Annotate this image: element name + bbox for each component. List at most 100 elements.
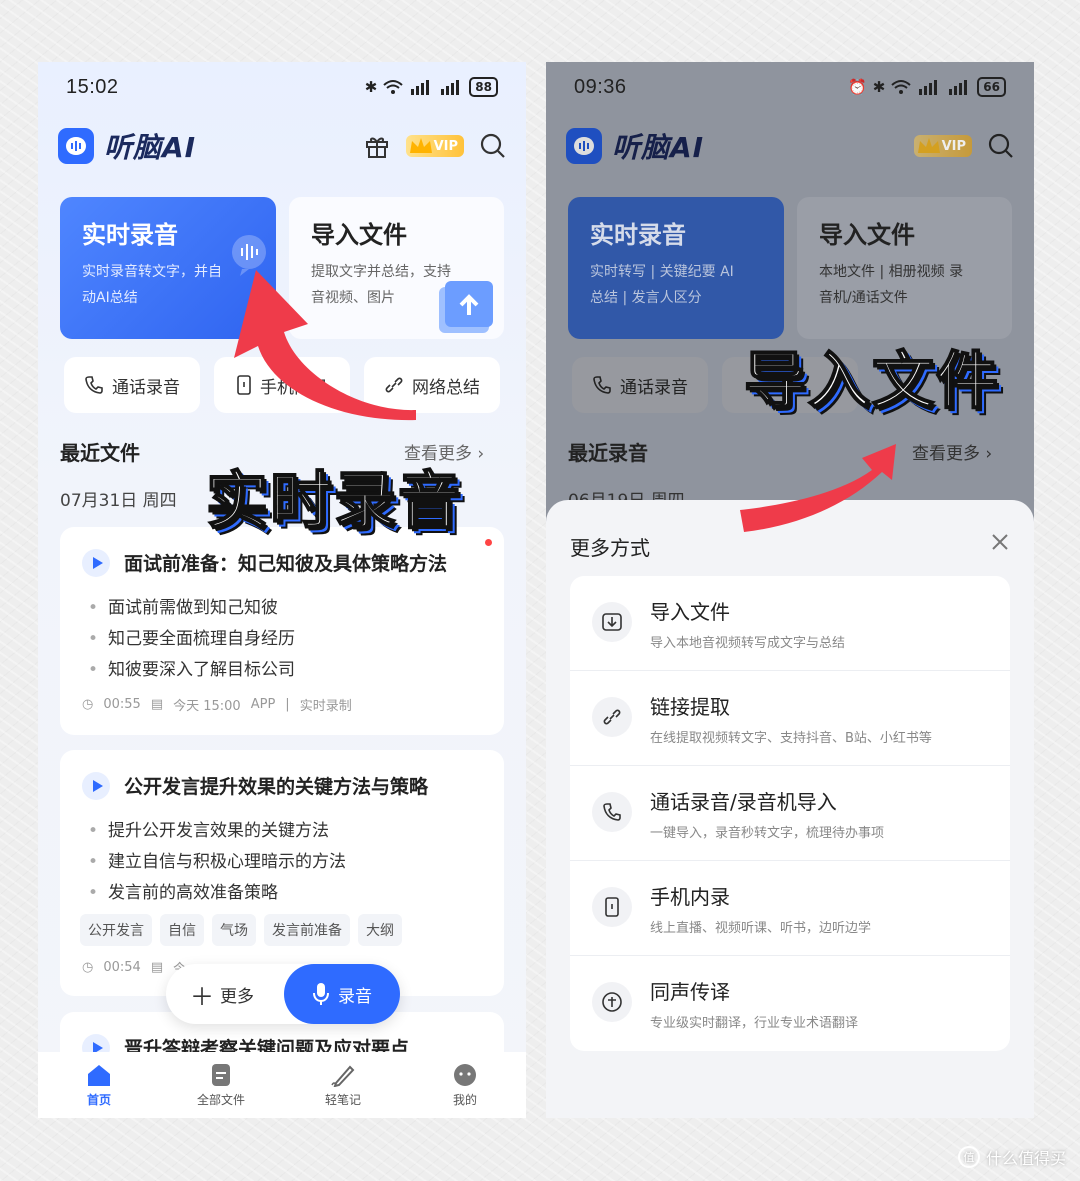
smzdm-logo-icon: 值 (957, 1146, 980, 1168)
realtime-record-desc: 实时录音转文字，并自动AI总结 (82, 264, 222, 306)
search-icon[interactable] (480, 133, 506, 159)
summary-item: 面试前需做到知己知彼 (88, 593, 295, 624)
status-icons: ⏰ ✱ 66 (848, 77, 1006, 97)
note-tags: 公开发言 自信 气场 发言前准备 大纲 (80, 914, 402, 946)
summary-item: 发言前的高效准备策略 (88, 878, 346, 909)
status-time: 15:02 (66, 75, 119, 98)
tag[interactable]: 大纲 (358, 914, 402, 946)
tag[interactable]: 气场 (212, 914, 256, 946)
phone-icon (85, 376, 103, 394)
recent-files-title: 最近文件 (60, 441, 140, 465)
more-button[interactable]: ＋ 更多 (190, 964, 254, 1024)
tab-all-files[interactable]: 全部文件 (160, 1052, 282, 1118)
app-name: 听脑AI (104, 131, 197, 164)
note-title: 面试前准备：知己知彼及具体策略方法 (124, 553, 448, 575)
app-logo-icon (58, 128, 94, 164)
tag[interactable]: 自信 (160, 914, 204, 946)
play-icon[interactable] (82, 549, 110, 577)
option-title: 手机内录 (650, 885, 730, 909)
calendar-icon: ▤ (150, 960, 164, 975)
option-simultaneous-interpretation[interactable]: 同声传译 专业级实时翻译，行业专业术语翻译 (570, 956, 1010, 1051)
floating-action-bar: ＋ 更多 录音 (166, 964, 400, 1024)
record-button[interactable]: 录音 (284, 964, 400, 1024)
tab-quick-notes[interactable]: 轻笔记 (282, 1052, 404, 1118)
play-icon[interactable] (82, 772, 110, 800)
date-heading: 07月31日 周四 (60, 491, 177, 511)
options-list: 导入文件 导入本地音视频转写成文字与总结 链接提取 在线提取视频转文字、支持抖音… (570, 576, 1010, 1051)
home-icon (88, 1064, 110, 1086)
app-header: 听脑AI VIP (58, 124, 506, 168)
battery-indicator: 88 (469, 77, 498, 97)
tab-profile[interactable]: 我的 (404, 1052, 526, 1118)
view-more-link[interactable]: 查看更多 › (912, 439, 992, 464)
vip-badge[interactable]: VIP (913, 135, 972, 157)
realtime-record-title: 实时录音 (590, 221, 686, 249)
profile-icon (454, 1063, 476, 1086)
gift-icon[interactable] (364, 133, 390, 159)
annotation-arrow (740, 444, 896, 532)
option-phone-internal-record[interactable]: 手机内录 线上直播、视频听课、听书，边听边学 (570, 861, 1010, 956)
option-desc: 一键导入，录音秒转文字，梳理待办事项 (650, 826, 885, 841)
option-call-recording-import[interactable]: 通话录音/录音机导入 一键导入，录音秒转文字，梳理待办事项 (570, 766, 1010, 861)
status-time: 09:36 (574, 75, 627, 98)
upload-file-icon (439, 281, 493, 333)
phone-screen-home: 15:02 ✱ 88 听脑AI VIP 实时录音 实时录音转文字，并自动AI总结… (38, 62, 526, 1118)
note-card[interactable]: 公开发言提升效果的关键方法与策略 提升公开发言效果的关键方法 建立自信与积极心理… (60, 750, 504, 996)
note-summary: 面试前需做到知己知彼 知己要全面梳理自身经历 知彼要深入了解目标公司 (88, 593, 295, 686)
summary-item: 知己要全面梳理自身经历 (88, 624, 295, 655)
more-options-sheet: 更多方式 导入文件 导入本地音视频转写成文字与总结 链接提取 在线提取视频转文字… (546, 500, 1034, 1118)
svg-text:值: 值 (963, 1151, 974, 1164)
wifi-icon (891, 80, 911, 94)
chevron-right-icon: › (477, 444, 485, 464)
status-bar: 09:36 ⏰ ✱ 66 (546, 72, 1034, 102)
link-icon (592, 697, 632, 737)
annotation-label: 导入文件 (743, 343, 1001, 418)
crown-icon (409, 138, 432, 153)
annotation-label: 实时录音 (205, 463, 463, 538)
note-summary: 提升公开发言效果的关键方法 建立自信与积极心理暗示的方法 发言前的高效准备策略 (88, 816, 346, 909)
option-title: 通话录音/录音机导入 (650, 790, 837, 814)
call-record-button[interactable]: 通话录音 (64, 357, 200, 413)
mobile-icon (592, 887, 632, 927)
crown-icon (917, 138, 940, 153)
battery-indicator: 66 (977, 77, 1006, 97)
option-desc: 导入本地音视频转写成文字与总结 (650, 636, 846, 651)
tag[interactable]: 公开发言 (80, 914, 152, 946)
option-desc: 在线提取视频转文字、支持抖音、B站、小红书等 (650, 731, 932, 746)
call-record-button[interactable]: 通话录音 (572, 357, 708, 413)
clock-icon: ◷ (82, 960, 94, 975)
realtime-record-card[interactable]: 实时录音 实时转写 | 关键纪要 AI总结 | 发言人区分 (568, 197, 784, 339)
option-title: 链接提取 (650, 695, 730, 719)
summary-item: 知彼要深入了解目标公司 (88, 655, 295, 686)
clock-icon: ◷ (82, 697, 94, 712)
search-icon[interactable] (988, 133, 1014, 159)
phone-icon (593, 376, 611, 394)
app-header: 听脑AI VIP (566, 124, 1014, 168)
sheet-title: 更多方式 (570, 536, 650, 560)
option-desc: 线上直播、视频听课、听书，边听边学 (650, 921, 872, 936)
pen-icon (331, 1065, 355, 1087)
bottom-tab-bar: 首页 全部文件 轻笔记 我的 (38, 1052, 526, 1118)
summary-item: 建立自信与积极心理暗示的方法 (88, 847, 346, 878)
option-desc: 专业级实时翻译，行业专业术语翻译 (650, 1016, 859, 1031)
note-card[interactable]: 面试前准备：知己知彼及具体策略方法 面试前需做到知己知彼 知己要全面梳理自身经历… (60, 527, 504, 735)
tab-home[interactable]: 首页 (38, 1052, 160, 1118)
note-title: 公开发言提升效果的关键方法与策略 (124, 776, 429, 798)
chevron-right-icon: › (985, 444, 993, 464)
recent-records-title: 最近录音 (568, 441, 648, 465)
phone-screen-more-options: 09:36 ⏰ ✱ 66 听脑AI VIP 实时录音 实时转写 | 关键纪要 A… (546, 62, 1034, 1118)
option-link-extract[interactable]: 链接提取 在线提取视频转文字、支持抖音、B站、小红书等 (570, 671, 1010, 766)
plus-icon: ＋ (190, 982, 214, 1011)
signal-icon (919, 80, 938, 95)
import-file-card[interactable]: 导入文件 本地文件 | 相册视频 录音机/通话文件 (797, 197, 1012, 339)
app-name: 听脑AI (612, 131, 705, 164)
tag[interactable]: 发言前准备 (264, 914, 350, 946)
status-icons: ✱ 88 (365, 77, 498, 97)
vip-badge[interactable]: VIP (405, 135, 464, 157)
close-icon[interactable] (990, 532, 1010, 552)
realtime-record-desc: 实时转写 | 关键纪要 AI总结 | 发言人区分 (590, 264, 734, 306)
file-icon (212, 1063, 230, 1086)
translate-icon (592, 982, 632, 1022)
option-import-file[interactable]: 导入文件 导入本地音视频转写成文字与总结 (570, 576, 1010, 671)
option-title: 导入文件 (650, 600, 730, 624)
